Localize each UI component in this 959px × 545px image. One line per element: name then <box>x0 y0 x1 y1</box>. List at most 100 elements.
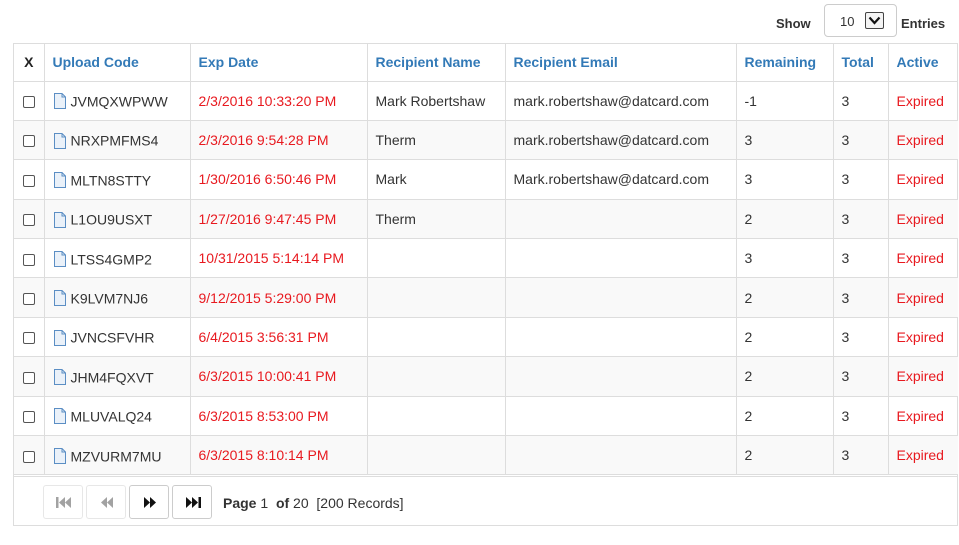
row-checkbox[interactable] <box>22 450 35 463</box>
remaining-cell: 2 <box>735 395 834 437</box>
row-select-cell <box>14 159 45 200</box>
grid-toolbar: Show 10 Entries <box>0 0 959 44</box>
row-select-cell <box>14 119 45 161</box>
recipient-email-cell <box>504 277 737 318</box>
row-checkbox[interactable] <box>22 253 35 266</box>
col-header-active[interactable]: Active <box>887 44 958 82</box>
previous-page-button[interactable] <box>86 485 126 519</box>
col-header-recipient-name[interactable]: Recipient Name <box>366 44 506 82</box>
upload-code: MZVURM7MU <box>70 447 162 464</box>
table-header-row: X Upload Code Exp Date Recipient Name Re… <box>14 44 958 82</box>
exp-date-cell: 1/30/2016 6:50:46 PM <box>189 159 368 200</box>
active-status-cell: Expired <box>887 238 958 279</box>
exp-date-cell: 6/4/2015 3:56:31 PM <box>189 316 368 358</box>
col-header-exp-date[interactable]: Exp Date <box>189 44 368 82</box>
active-status-cell: Expired <box>887 356 958 397</box>
total-cell: 3 <box>832 277 889 318</box>
row-checkbox[interactable] <box>22 292 35 305</box>
table-row[interactable]: MLTN8STTY 1/30/2016 6:50:46 PM Mark Mark… <box>14 159 958 200</box>
row-select-cell <box>14 316 45 358</box>
total-cell: 3 <box>832 238 889 279</box>
next-page-button[interactable] <box>129 485 169 519</box>
active-status-cell: Expired <box>887 80 958 121</box>
exp-date-cell: 6/3/2015 8:53:00 PM <box>189 395 368 437</box>
col-header-upload-code[interactable]: Upload Code <box>43 44 191 82</box>
file-icon <box>53 369 66 386</box>
row-checkbox[interactable] <box>22 174 35 187</box>
table-row[interactable]: JVMQXWPWW 2/3/2016 10:33:20 PM Mark Robe… <box>14 80 958 121</box>
active-status-cell: Expired <box>887 159 958 200</box>
upload-code-cell[interactable]: MLTN8STTY <box>43 159 191 200</box>
pager: Page 1 of 20 [200 Records] <box>14 476 957 526</box>
next-page-icon <box>144 497 156 508</box>
upload-code: NRXPMFMS4 <box>70 132 159 149</box>
recipient-name-cell <box>366 238 506 279</box>
table-row[interactable]: MLUVALQ24 6/3/2015 8:53:00 PM 2 3 Expire… <box>14 395 958 437</box>
page-info: Page 1 of 20 [200 Records] <box>223 495 404 511</box>
recipient-name-cell <box>366 277 506 318</box>
row-checkbox[interactable] <box>22 214 35 227</box>
upload-code-cell[interactable]: NRXPMFMS4 <box>43 119 191 161</box>
table-row[interactable]: L1OU9USXT 1/27/2016 9:47:45 PM Therm 2 3… <box>14 198 958 240</box>
remaining-cell: 2 <box>735 316 834 358</box>
chevron-down-icon[interactable] <box>865 12 884 29</box>
table-row[interactable]: LTSS4GMP2 10/31/2015 5:14:14 PM 3 3 Expi… <box>14 238 958 279</box>
col-header-remaining[interactable]: Remaining <box>735 44 834 82</box>
upload-code: JHM4FQXVT <box>70 369 154 386</box>
upload-code: K9LVM7NJ6 <box>70 290 149 307</box>
last-page-button[interactable] <box>172 485 212 519</box>
exp-date-cell: 9/12/2015 5:29:00 PM <box>189 277 368 318</box>
total-pages: 20 <box>293 495 309 511</box>
table-row[interactable]: MZVURM7MU 6/3/2015 8:10:14 PM 2 3 Expire… <box>14 435 958 476</box>
col-header-select[interactable]: X <box>14 44 45 82</box>
col-header-recipient-email[interactable]: Recipient Email <box>504 44 737 82</box>
table-row[interactable]: JHM4FQXVT 6/3/2015 10:00:41 PM 2 3 Expir… <box>14 356 958 397</box>
upload-code-cell[interactable]: JHM4FQXVT <box>43 356 191 397</box>
upload-code: JVNCSFVHR <box>70 329 155 346</box>
remaining-cell: 3 <box>735 119 834 161</box>
table-row[interactable]: K9LVM7NJ6 9/12/2015 5:29:00 PM 2 3 Expir… <box>14 277 958 318</box>
remaining-cell: -1 <box>735 80 834 121</box>
upload-code: LTSS4GMP2 <box>70 250 152 267</box>
upload-code: JVMQXWPWW <box>70 93 168 110</box>
file-icon <box>53 250 66 267</box>
remaining-cell: 3 <box>735 238 834 279</box>
first-page-button[interactable] <box>43 485 83 519</box>
file-icon <box>53 172 66 189</box>
recipient-email-cell <box>504 395 737 437</box>
upload-code-cell[interactable]: MLUVALQ24 <box>43 395 191 437</box>
col-header-total[interactable]: Total <box>832 44 889 82</box>
row-select-cell <box>14 277 45 318</box>
recipient-name-cell: Therm <box>366 198 506 240</box>
exp-date-cell: 2/3/2016 10:33:20 PM <box>189 80 368 121</box>
previous-page-icon <box>101 497 113 508</box>
total-cell: 3 <box>832 395 889 437</box>
recipient-email-cell: Mark.robertshaw@datcard.com <box>504 159 737 200</box>
row-select-cell <box>14 356 45 397</box>
exp-date-cell: 1/27/2016 9:47:45 PM <box>189 198 368 240</box>
uploads-grid: X Upload Code Exp Date Recipient Name Re… <box>13 43 958 526</box>
recipient-email-cell <box>504 238 737 279</box>
row-checkbox[interactable] <box>22 135 35 148</box>
file-icon <box>53 447 66 464</box>
upload-code-cell[interactable]: JVMQXWPWW <box>43 80 191 121</box>
upload-code-cell[interactable]: L1OU9USXT <box>43 198 191 240</box>
entries-per-page-select[interactable]: 10 <box>824 4 897 37</box>
exp-date-cell: 6/3/2015 10:00:41 PM <box>189 356 368 397</box>
upload-code-cell[interactable]: JVNCSFVHR <box>43 316 191 358</box>
last-page-icon <box>186 497 201 508</box>
table-row[interactable]: NRXPMFMS4 2/3/2016 9:54:28 PM Therm mark… <box>14 119 958 161</box>
row-checkbox[interactable] <box>22 411 35 424</box>
row-checkbox[interactable] <box>22 332 35 345</box>
row-checkbox[interactable] <box>22 95 35 108</box>
upload-code-cell[interactable]: MZVURM7MU <box>43 435 191 476</box>
upload-code-cell[interactable]: LTSS4GMP2 <box>43 238 191 279</box>
entries-label: Entries <box>901 16 946 31</box>
active-status-cell: Expired <box>887 277 958 318</box>
exp-date-cell: 2/3/2016 9:54:28 PM <box>189 119 368 161</box>
total-cell: 3 <box>832 119 889 161</box>
upload-code-cell[interactable]: K9LVM7NJ6 <box>43 277 191 318</box>
recipient-email-cell <box>504 316 737 358</box>
table-row[interactable]: JVNCSFVHR 6/4/2015 3:56:31 PM 2 3 Expire… <box>14 316 958 358</box>
row-checkbox[interactable] <box>22 371 35 384</box>
